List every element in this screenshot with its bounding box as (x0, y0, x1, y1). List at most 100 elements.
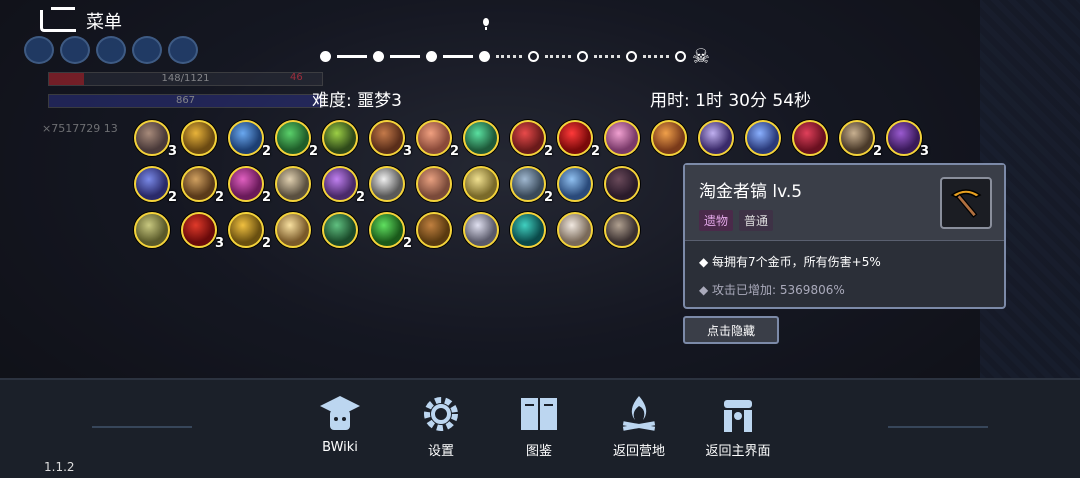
codex-book-icon (521, 398, 557, 430)
blue-ring-relic-icon[interactable]: 2 (228, 120, 271, 159)
blue-crown-relic-icon[interactable] (745, 120, 781, 156)
relic-stack-count: 2 (261, 236, 271, 251)
clover-relic-icon[interactable]: 2 (275, 120, 318, 159)
relic-stack-count: 2 (355, 190, 365, 205)
boss-skull-icon: ☠ (692, 44, 710, 68)
teal-shell-relic-icon[interactable] (510, 212, 546, 248)
relic-stack-count: 2 (402, 236, 412, 251)
red-eye-gem-relic-icon[interactable]: 2 (510, 120, 553, 159)
elapsed-time-label: 用时: 1时 30分 54秒 (650, 91, 812, 111)
relic-row: 3 2 2 3 2 2 2 2 3 (134, 120, 929, 159)
rarity-tag: 普通 (739, 210, 774, 231)
relic-stack-count: 3 (167, 144, 177, 159)
hide-tooltip-button[interactable]: 点击隐藏 (683, 316, 779, 344)
dark-hat-relic-icon[interactable] (604, 166, 640, 202)
level-progress-path: ☠ (320, 44, 710, 68)
nav-return-camp-button[interactable]: 返回营地 (594, 394, 684, 459)
nav-settings-button[interactable]: 设置 (396, 394, 486, 459)
jade-cube-relic-icon[interactable] (134, 212, 170, 248)
skill-slot (60, 36, 90, 64)
green-leaf-relic-icon[interactable] (463, 120, 499, 156)
bread-relic-icon[interactable] (463, 166, 499, 202)
nav-label: 返回主界面 (705, 444, 771, 459)
nav-label: 设置 (427, 444, 454, 459)
purple-crystal-relic-icon[interactable] (698, 120, 734, 156)
skill-slot (96, 36, 126, 64)
goggles-relic-icon[interactable] (275, 166, 311, 202)
scroll-card-relic-icon[interactable] (651, 120, 687, 156)
relic-stack-count: 3 (214, 236, 224, 251)
green-flame-relic-icon[interactable]: 2 (369, 212, 412, 251)
tooltip-title: 淘金者镐 lv.5 (699, 182, 803, 202)
pickaxe-icon (940, 177, 992, 229)
level-node-cleared (426, 50, 437, 62)
skill-slot (168, 36, 198, 64)
relic-stack-count: 2 (543, 144, 553, 159)
relic-stack-count: 3 (919, 144, 929, 159)
difficulty-label: 难度: 噩梦3 (312, 91, 402, 111)
treasure-chest-relic-icon[interactable] (416, 212, 452, 248)
health-text: 148/1121 (161, 73, 210, 84)
candy-corn-relic-icon[interactable] (275, 212, 311, 248)
blue-gauntlet-relic-icon[interactable]: 2 (134, 166, 177, 205)
red-oni-relic-icon[interactable]: 3 (181, 212, 224, 251)
bone-bow-relic-icon[interactable] (604, 212, 640, 248)
level-node-cleared (320, 50, 331, 62)
relic-tooltip-card: 淘金者镐 lv.5 遗物 普通 ◆ 每拥有7个金币，所有伤害+5% ◆ 攻击已增… (683, 163, 1006, 309)
relic-stack-count: 2 (167, 190, 177, 205)
player-hud: 148/1121 867 ×7517729 13 (20, 36, 323, 135)
purple-star-relic-icon[interactable]: 2 (322, 166, 365, 205)
ornament-right (888, 408, 988, 428)
nav-bwiki-button[interactable]: BWiki (295, 394, 385, 455)
tooltip-header: 淘金者镐 lv.5 遗物 普通 (685, 165, 1004, 241)
relic-stack-count: 2 (543, 190, 553, 205)
bone-chain-relic-icon[interactable]: 2 (839, 120, 882, 159)
relic-type-tag: 遗物 (699, 210, 734, 231)
green-worm-relic-icon[interactable] (322, 120, 358, 156)
level-node-cleared (373, 50, 384, 62)
tooltip-stat-text: ◆ 攻击已增加: 5369806% (699, 283, 845, 297)
relic-stack-count: 2 (449, 144, 459, 159)
relic-stack-count: 2 (590, 144, 600, 159)
egg-relic-icon[interactable] (416, 166, 452, 202)
bwiki-icon (320, 396, 360, 430)
blue-lotus-relic-icon[interactable] (557, 166, 593, 202)
relic-stack-count: 3 (402, 144, 412, 159)
menu-label: 菜单 (86, 12, 122, 33)
mana-text: 867 (175, 95, 196, 106)
campfire-icon (622, 396, 656, 431)
golden-goblet-relic-icon[interactable] (181, 120, 217, 156)
pink-creature-relic-icon[interactable]: 2 (416, 120, 459, 159)
red-orb-relic-icon[interactable]: 2 (557, 120, 600, 159)
menu-button[interactable]: 菜单 (40, 7, 122, 34)
white-wings-relic-icon[interactable] (369, 166, 405, 202)
relic-stack-count: 2 (214, 190, 224, 205)
stone-shard-relic-icon[interactable]: 2 (510, 166, 553, 205)
plague-mask-relic-icon[interactable]: 3 (134, 120, 177, 159)
level-node-locked (675, 50, 686, 62)
level-node-locked (626, 50, 637, 62)
nav-codex-button[interactable]: 图鉴 (494, 394, 584, 459)
tooltip-effect-text: ◆ 每拥有7个金币，所有伤害+5% (699, 255, 881, 269)
health-bar: 148/1121 (48, 72, 323, 86)
relic-stack-count: 2 (261, 144, 271, 159)
bandage-arm-relic-icon[interactable]: 3 (369, 120, 412, 159)
skill-slots (24, 36, 320, 64)
white-flower-relic-icon[interactable] (463, 212, 499, 248)
level-node-locked (577, 50, 588, 62)
purple-robe-relic-icon[interactable]: 3 (886, 120, 929, 159)
level-node-locked (528, 50, 539, 62)
feather-relic-icon[interactable] (557, 212, 593, 248)
hourglass-relic-icon[interactable]: 2 (181, 166, 224, 205)
pink-demon-relic-icon[interactable]: 2 (228, 166, 271, 205)
main-menu-icon (724, 400, 752, 432)
green-ufo-relic-icon[interactable] (322, 212, 358, 248)
nav-label: 返回营地 (612, 444, 665, 459)
relic-stack-count: 2 (872, 144, 882, 159)
gold-antlers-relic-icon[interactable]: 2 (228, 212, 271, 251)
skill-slot (132, 36, 162, 64)
red-serpent-relic-icon[interactable] (792, 120, 828, 156)
brain-relic-icon[interactable] (604, 120, 640, 156)
nav-main-menu-button[interactable]: 返回主界面 (693, 394, 783, 459)
gold-count: ×7517729 13 (42, 122, 118, 135)
